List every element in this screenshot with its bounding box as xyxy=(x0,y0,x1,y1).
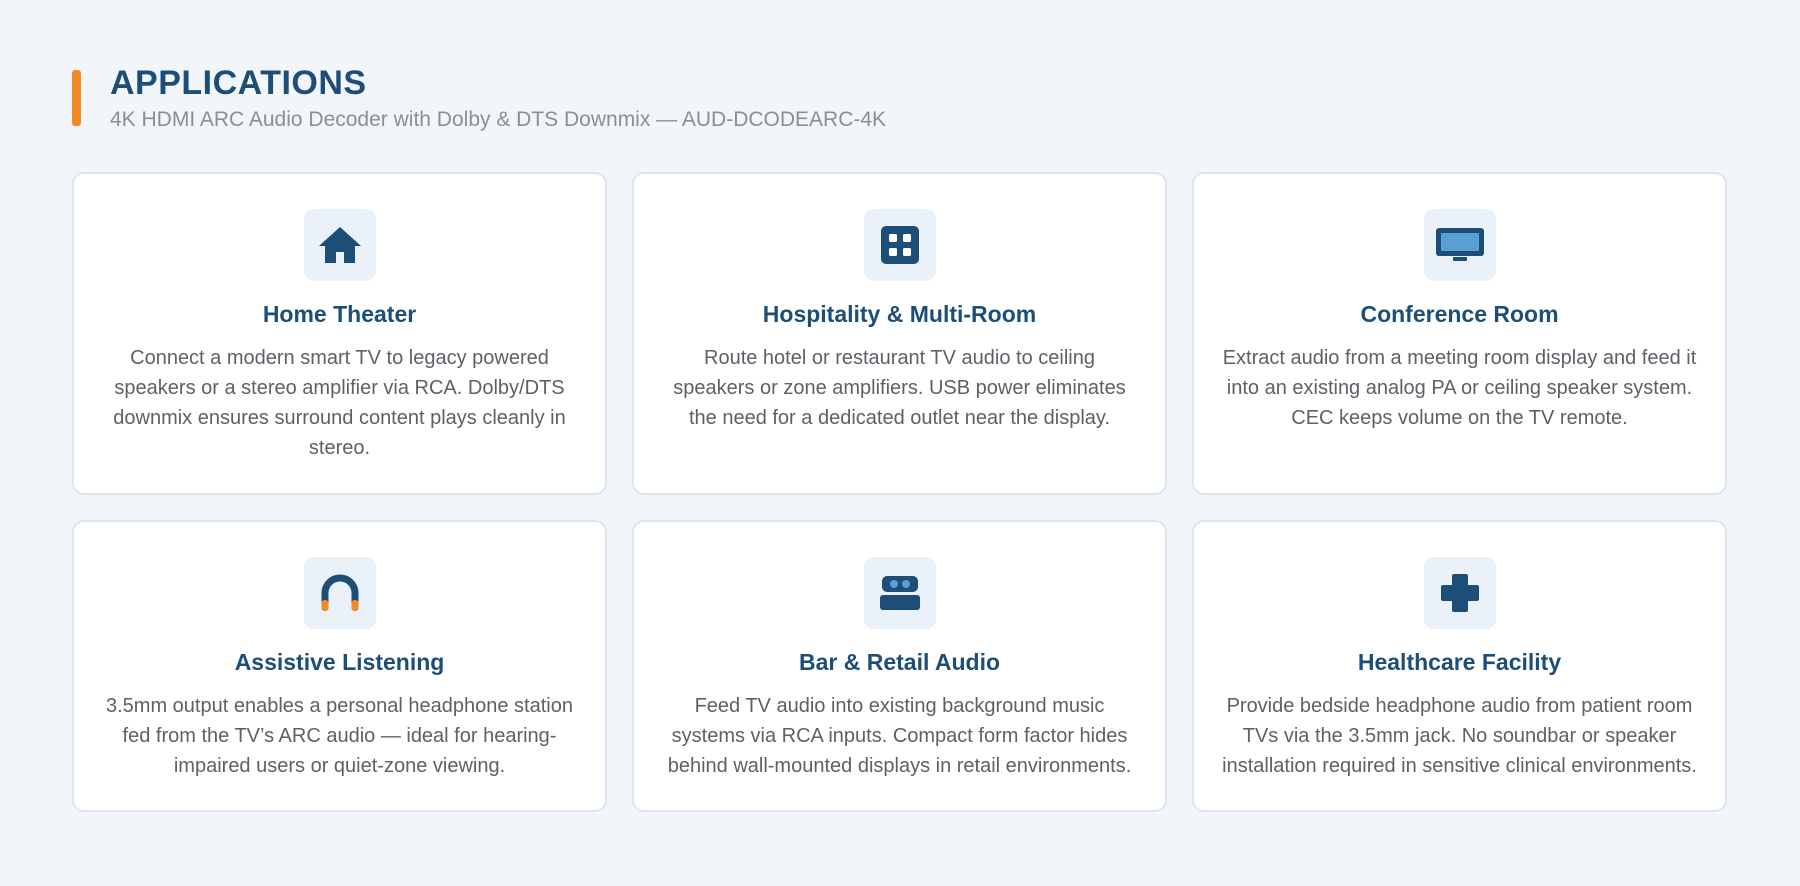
grid-icon xyxy=(863,209,936,281)
card-description: Feed TV audio into existing background m… xyxy=(667,694,1132,777)
accent-bar xyxy=(72,70,81,126)
card-description: Extract audio from a meeting room displa… xyxy=(1222,346,1697,429)
applications-page: APPLICATIONS 4K HDMI ARC Audio Decoder w… xyxy=(0,0,1800,886)
card-description: Connect a modern smart TV to legacy powe… xyxy=(113,346,566,459)
application-card-hospitality: Hospitality & Multi-Room Route hotel or … xyxy=(632,172,1167,495)
card-title: Conference Room xyxy=(1360,301,1559,327)
application-card-healthcare: Healthcare Facility Provide bedside head… xyxy=(1192,520,1727,812)
headphones-icon xyxy=(303,557,376,629)
applications-grid: Home Theater Connect a modern smart TV t… xyxy=(72,172,1728,812)
card-title: Home Theater xyxy=(262,301,417,327)
house-icon xyxy=(303,209,376,281)
card-title: Bar & Retail Audio xyxy=(798,649,1001,675)
application-card-conference-room: Conference Room Extract audio from a mee… xyxy=(1192,172,1727,495)
application-card-assistive-listening: Assistive Listening 3.5mm output enables… xyxy=(72,520,607,812)
card-title: Healthcare Facility xyxy=(1357,649,1562,675)
speaker-icon xyxy=(863,557,936,629)
medical-cross-icon xyxy=(1423,557,1496,629)
card-description: 3.5mm output enables a personal headphon… xyxy=(105,694,573,777)
page-subtitle: 4K HDMI ARC Audio Decoder with Dolby & D… xyxy=(110,108,887,131)
page-title: APPLICATIONS xyxy=(110,64,367,102)
card-description: Provide bedside headphone audio from pat… xyxy=(1222,694,1697,777)
application-card-bar-retail: Bar & Retail Audio Feed TV audio into ex… xyxy=(632,520,1167,812)
card-title: Hospitality & Multi-Room xyxy=(762,301,1037,327)
card-description: Route hotel or restaurant TV audio to ce… xyxy=(673,346,1126,429)
card-title: Assistive Listening xyxy=(234,649,445,675)
application-card-home-theater: Home Theater Connect a modern smart TV t… xyxy=(72,172,607,495)
monitor-icon xyxy=(1423,209,1496,281)
